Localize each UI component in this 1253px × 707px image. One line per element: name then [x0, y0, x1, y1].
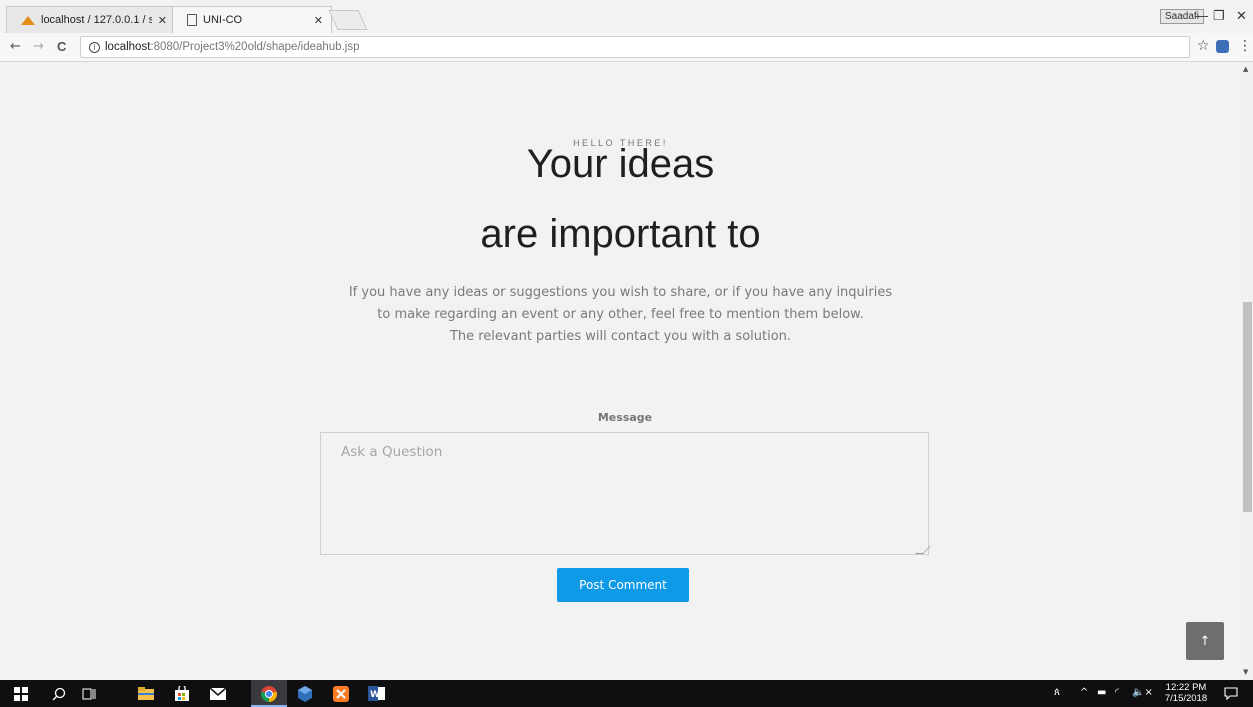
people-icon[interactable]: ጰ — [1054, 687, 1060, 698]
headline-line-2: are important to — [480, 212, 761, 256]
action-center-icon[interactable] — [1222, 685, 1239, 702]
xampp-icon[interactable] — [332, 685, 349, 702]
tab-uni-co[interactable]: UNI-CO ✕ — [172, 6, 332, 33]
scroll-thumb[interactable] — [1243, 302, 1252, 512]
intro-line: to make regarding an event or any other,… — [377, 307, 864, 322]
phpmyadmin-icon — [21, 15, 35, 25]
browser-tabstrip: localhost / 127.0.0.1 / sha ✕ UNI-CO ✕ S… — [0, 0, 1253, 33]
message-textarea[interactable] — [320, 432, 929, 555]
wifi-icon[interactable]: ◜ — [1115, 687, 1119, 698]
battery-icon[interactable]: ▬ — [1097, 687, 1106, 698]
intro-paragraph: If you have any ideas or suggestions you… — [0, 282, 1241, 348]
search-icon[interactable] — [50, 685, 67, 702]
message-label: Message — [597, 411, 653, 424]
file-explorer-icon[interactable] — [137, 685, 154, 702]
taskbar-clock[interactable]: 12:22 PM 7/15/2018 — [1162, 682, 1210, 704]
store-icon[interactable] — [173, 685, 190, 702]
browser-toolbar: ← → C i localhost :8080/Project3%20old/s… — [0, 33, 1253, 62]
bookmark-star-icon[interactable]: ☆ — [1197, 38, 1210, 54]
word-icon[interactable]: W — [368, 685, 385, 702]
post-comment-button[interactable]: Post Comment — [557, 568, 689, 602]
forward-icon[interactable]: → — [33, 39, 44, 54]
info-icon[interactable]: i — [89, 41, 100, 53]
volume-icon[interactable]: 🔈× — [1132, 687, 1153, 698]
url-path: :8080/Project3%20old/shape/ideahub.jsp — [150, 41, 360, 53]
page-content: HELLO THERE! Your ideas are important to… — [0, 62, 1241, 680]
mail-icon[interactable] — [209, 685, 226, 702]
scroll-down-icon[interactable]: ▼ — [1243, 668, 1248, 676]
clock-time: 12:22 PM — [1165, 682, 1207, 693]
chrome-menu-icon[interactable]: ⋮ — [1238, 38, 1252, 54]
tab-title: UNI-CO — [203, 14, 243, 26]
back-to-top-button[interactable]: ↑ — [1186, 622, 1224, 660]
windows-taskbar: W ጰ ^ ▬ ◜ 🔈× 12:22 PM 7/15/2018 — [0, 680, 1253, 707]
minimize-icon[interactable]: — — [1195, 8, 1208, 23]
windows-start-icon[interactable] — [12, 685, 29, 702]
intro-line: If you have any ideas or suggestions you… — [348, 285, 893, 300]
svg-text:W: W — [370, 690, 380, 700]
headline-line-1: Your ideas — [526, 142, 715, 186]
chrome-icon[interactable] — [260, 685, 277, 702]
virtualbox-icon[interactable] — [296, 685, 313, 702]
scroll-up-icon[interactable]: ▲ — [1243, 65, 1248, 73]
page-scrollbar[interactable]: ▲ ▼ — [1241, 62, 1253, 680]
tab-close-icon[interactable]: ✕ — [158, 14, 167, 27]
intro-line: The relevant parties will contact you wi… — [449, 329, 792, 344]
new-tab-button[interactable] — [328, 10, 368, 30]
url-host: localhost — [105, 41, 151, 53]
tab-title: localhost / 127.0.0.1 / sha — [41, 14, 152, 26]
tray-overflow-icon[interactable]: ^ — [1080, 687, 1088, 698]
document-icon — [187, 14, 197, 26]
tab-close-icon[interactable]: ✕ — [314, 14, 323, 27]
extension-icon[interactable] — [1216, 40, 1229, 53]
close-window-icon[interactable]: ✕ — [1236, 8, 1247, 24]
maximize-icon[interactable]: ❐ — [1213, 8, 1225, 24]
reload-icon[interactable]: C — [57, 39, 66, 54]
back-icon[interactable]: ← — [10, 39, 21, 54]
clock-date: 7/15/2018 — [1164, 693, 1208, 704]
address-bar[interactable]: i localhost :8080/Project3%20old/shape/i… — [80, 36, 1190, 58]
tab-phpmyadmin[interactable]: localhost / 127.0.0.1 / sha ✕ — [6, 6, 176, 33]
task-view-icon[interactable] — [80, 685, 97, 702]
